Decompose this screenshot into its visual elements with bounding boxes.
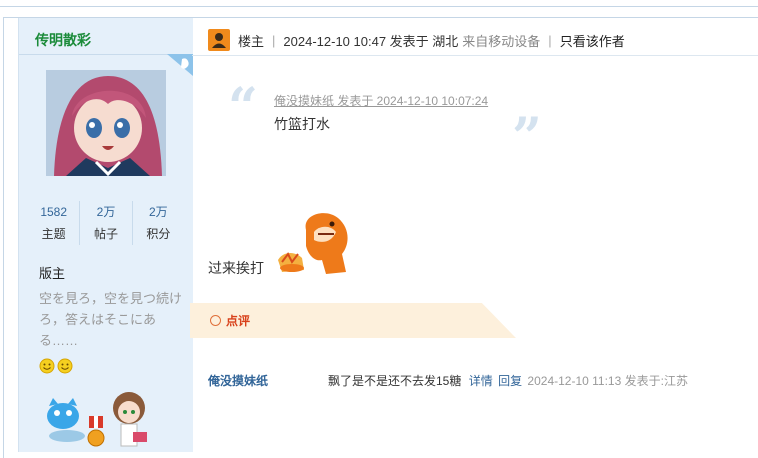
- comment-title-text: 点评: [226, 314, 251, 328]
- separator: |: [272, 32, 276, 48]
- author-sidebar: 传明散彩 1582 主题 2万 帖子 2万 积分 版主 空を見ろ，空を見つ続けろ…: [18, 18, 193, 452]
- quote-source-link[interactable]: 俺没摸妹纸 发表于 2024-12-10 10:07:24: [274, 92, 488, 109]
- stat-posts[interactable]: 2万 帖子: [79, 201, 131, 245]
- author-name-link[interactable]: 传明散彩: [35, 30, 91, 50]
- floor-owner-icon: [208, 29, 230, 51]
- stat-threads[interactable]: 1582 主题: [28, 201, 79, 245]
- comment-row: 飘了是不是还不去发15糖 详情 回复 2024-12-10 11:13 发表于:…: [328, 372, 688, 389]
- comment-text: 飘了是不是还不去发15糖: [328, 374, 462, 388]
- quote-open-mark: “: [228, 77, 258, 138]
- comment-meta: 2024-12-10 11:13 发表于:江苏: [527, 374, 688, 388]
- comment-section-title: 点评: [210, 312, 250, 329]
- stat-label: 积分: [146, 227, 171, 241]
- quote-body: 竹篮打水: [274, 116, 330, 132]
- smile-icon: [57, 358, 73, 374]
- corner-badge-icon: [167, 54, 193, 76]
- comment-author-link[interactable]: 俺没摸妹纸: [208, 372, 268, 389]
- device-label: 来自移动设备: [462, 33, 541, 49]
- user-rank: 版主: [39, 266, 66, 281]
- top-border: [0, 0, 758, 7]
- floor-label: 楼主: [238, 33, 265, 49]
- ribbon-medal-icon: [87, 416, 105, 447]
- quote-close-mark: ”: [512, 107, 542, 168]
- stat-value: 1582: [40, 205, 68, 219]
- stat-label: 帖子: [93, 227, 118, 241]
- girl-medal-icon: [113, 392, 147, 447]
- blue-cat-medal-icon: [47, 398, 85, 442]
- signature-smilies: [39, 358, 73, 374]
- separator: |: [548, 32, 552, 48]
- stat-value: 2万: [148, 205, 168, 219]
- post-text: 过来挨打: [208, 260, 264, 276]
- stat-credits[interactable]: 2万 积分: [131, 201, 184, 245]
- avatar-image: [46, 70, 166, 176]
- avatar[interactable]: [46, 70, 166, 176]
- user-signature: 空を見ろ，空を見つ続けろ，答えはそこにある……: [39, 291, 183, 348]
- author-stats: 1582 主题 2万 帖子 2万 积分: [28, 201, 184, 245]
- user-medals: [47, 392, 147, 447]
- stat-value: 2万: [96, 205, 116, 219]
- comment-reply-link[interactable]: 回复: [498, 374, 522, 388]
- orange-dino-sticker: [278, 213, 348, 274]
- only-author-link[interactable]: 只看该作者: [560, 31, 625, 50]
- post-header: 楼主 | 2024-12-10 10:47 发表于 湖北 来自移动设备 | 只看…: [208, 28, 625, 52]
- header-divider: [192, 55, 758, 56]
- post-time: 2024-12-10 10:47 发表于 湖北: [283, 33, 459, 49]
- ring-icon: [210, 315, 221, 326]
- stat-label: 主题: [41, 227, 66, 241]
- comment-detail-link[interactable]: 详情: [469, 374, 493, 388]
- smile-icon: [39, 358, 55, 374]
